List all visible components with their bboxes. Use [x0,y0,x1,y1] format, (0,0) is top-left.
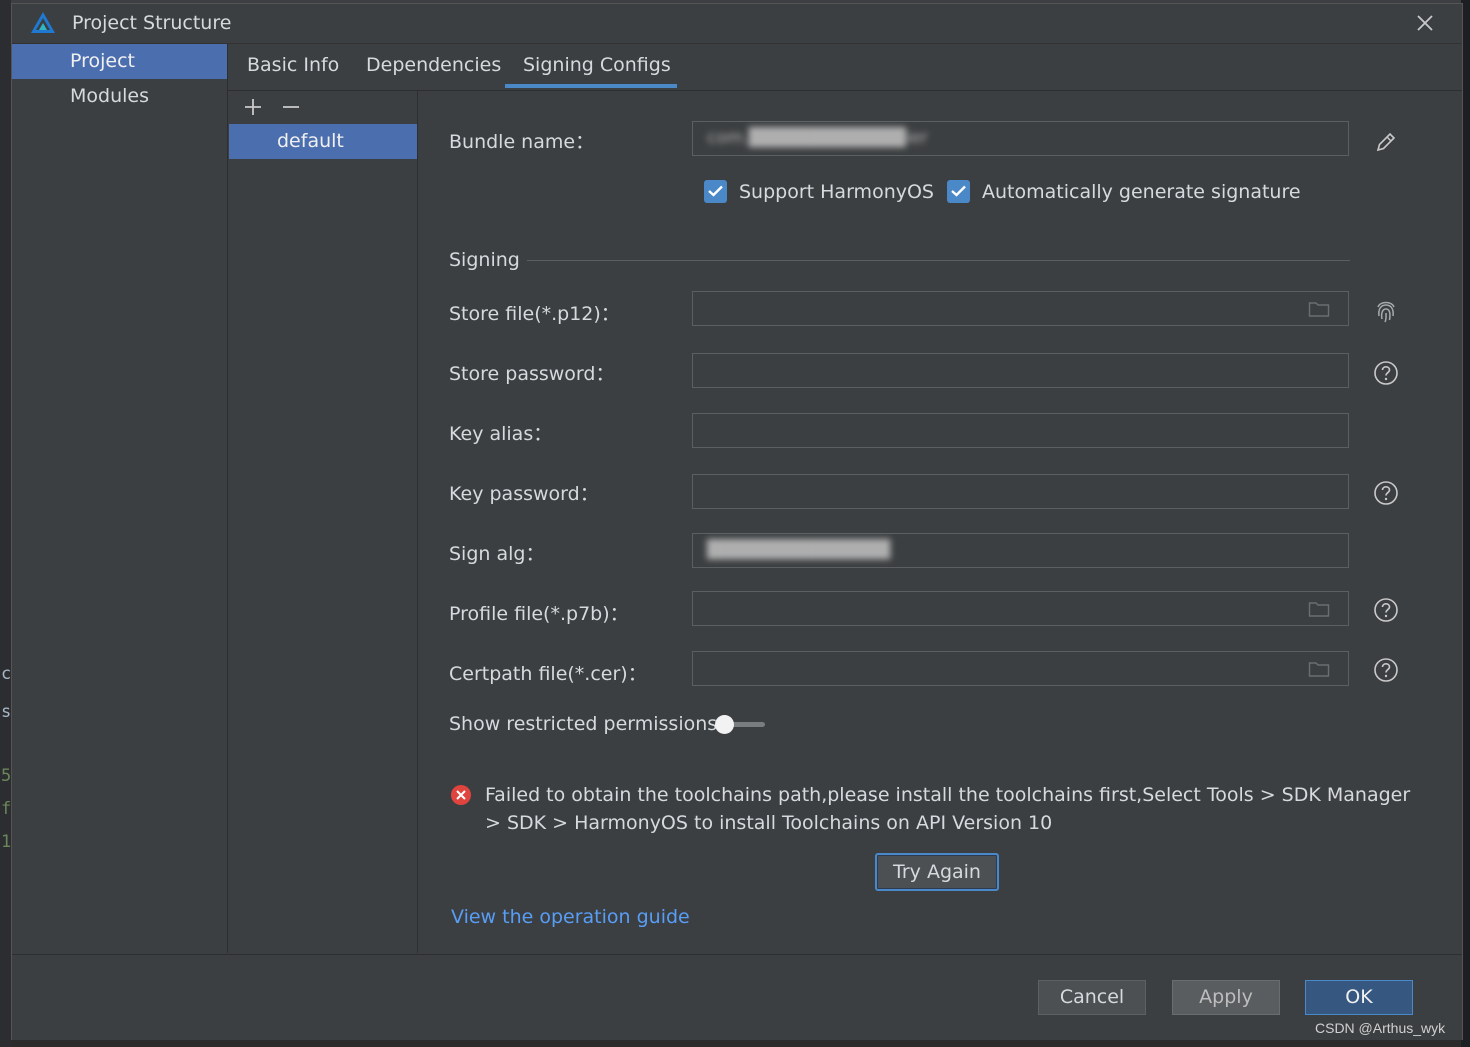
fingerprint-icon[interactable] [1372,297,1400,325]
sign-alg-value: ██████████████ [707,540,891,560]
watermark: CSDN @Arthus_wyk [1315,1020,1446,1036]
tab-bar: Basic Info Dependencies Signing Configs [228,44,1462,91]
edit-icon[interactable] [1372,128,1400,156]
key-alias-field[interactable] [692,413,1349,448]
bg-char: 1 [1,832,12,852]
certpath-file-field[interactable] [692,651,1349,686]
tab-dependencies[interactable]: Dependencies [366,54,501,76]
bg-char: s [1,702,12,722]
add-icon[interactable] [241,95,265,119]
profile-file-label: Profile file(*.p7b)： [449,603,629,625]
cancel-button[interactable]: Cancel [1038,980,1146,1015]
help-icon[interactable] [1372,656,1400,684]
section-divider [527,260,1350,261]
checkbox-checked-icon [951,185,966,197]
dialog-footer: Cancel Apply OK [12,954,1462,1040]
store-file-field[interactable] [692,291,1349,326]
store-password-field[interactable] [692,353,1349,388]
app-logo-icon [31,12,55,33]
signing-config-list: default [228,91,418,953]
auto-generate-signature-checkbox[interactable] [947,180,970,203]
sign-alg-field[interactable]: ██████████████ [692,533,1349,568]
bg-char: 5 [1,766,12,786]
error-message: Failed to obtain the toolchains path,ple… [485,784,1411,834]
sidebar: Project Modules [12,44,228,953]
signing-form: Bundle name： com.████████████ier Support… [419,91,1462,953]
key-password-field[interactable] [692,474,1349,509]
sign-alg-label: Sign alg： [449,543,545,565]
help-icon[interactable] [1372,479,1400,507]
help-icon[interactable] [1372,359,1400,387]
support-harmonyos-checkbox[interactable] [704,180,727,203]
certpath-file-label: Certpath file(*.cer)： [449,663,647,685]
close-icon[interactable] [1412,10,1438,36]
bundle-name-label: Bundle name： [449,131,595,153]
sidebar-item-project[interactable]: Project [12,44,227,79]
bg-char: f [1,799,12,819]
active-tab-indicator [505,84,677,88]
window-title: Project Structure [72,12,232,34]
apply-button[interactable]: Apply [1172,980,1280,1015]
remove-icon[interactable] [279,95,303,119]
folder-icon[interactable] [1308,300,1330,318]
support-harmonyos-label: Support HarmonyOS [739,181,934,203]
operation-guide-link[interactable]: View the operation guide [451,906,690,928]
bundle-name-value: com.████████████ier [707,128,928,148]
key-password-label: Key password： [449,483,599,505]
store-password-label: Store password： [449,363,615,385]
toggle-switch[interactable] [715,715,734,734]
profile-file-field[interactable] [692,591,1349,626]
bg-char: c [1,664,12,684]
store-file-label: Store file(*.p12)： [449,303,620,325]
try-again-button[interactable]: Try Again [875,853,999,891]
signing-section-title: Signing [449,249,520,271]
folder-icon[interactable] [1308,600,1330,618]
ok-button[interactable]: OK [1305,980,1413,1015]
title-bar[interactable]: Project Structure [12,4,1462,44]
auto-generate-signature-label: Automatically generate signature [982,181,1301,203]
checkbox-checked-icon [708,185,723,197]
list-item-default[interactable]: default [229,124,417,159]
bundle-name-field[interactable]: com.████████████ier [692,121,1349,156]
background-editor-edge: c s 5 f 1 [0,0,11,1047]
sidebar-item-modules[interactable]: Modules [12,79,227,114]
tab-basic-info[interactable]: Basic Info [247,54,339,76]
help-icon[interactable] [1372,596,1400,624]
folder-icon[interactable] [1308,660,1330,678]
key-alias-label: Key alias： [449,423,553,445]
show-restricted-label: Show restricted permissions [449,713,718,735]
error-icon [451,785,471,805]
project-structure-dialog: Project Structure Project Modules Basic … [11,3,1463,1040]
tab-signing-configs[interactable]: Signing Configs [523,54,671,76]
